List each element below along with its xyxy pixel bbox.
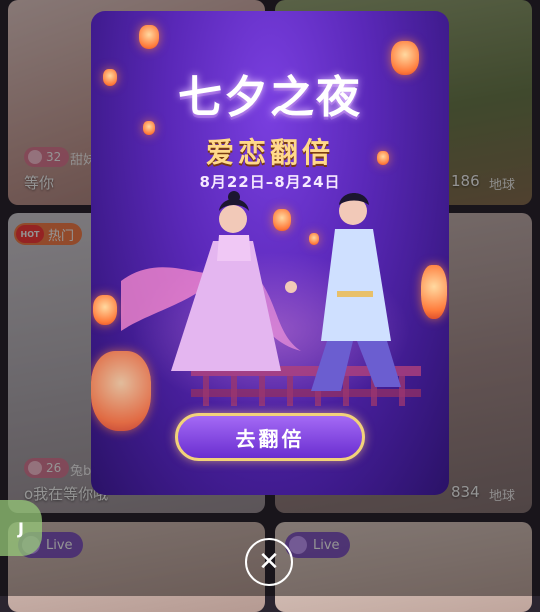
double-love-button[interactable]: 去翻倍: [175, 413, 365, 461]
close-popup-button[interactable]: ✕: [245, 538, 293, 586]
lantern-icon: [139, 25, 159, 49]
qixi-event-popup: 七夕之夜 爱恋翻倍 8月22日–8月24日 去翻倍: [91, 11, 449, 495]
floating-activity-icon[interactable]: J: [0, 500, 42, 556]
close-icon: ✕: [258, 547, 280, 577]
event-subtitle: 爱恋翻倍: [205, 136, 334, 169]
floating-icon-label: J: [18, 518, 24, 538]
event-title: 七夕之夜: [178, 72, 362, 123]
couple-illustration: [121, 191, 421, 406]
cta-label: 去翻倍: [235, 426, 305, 451]
event-dates: 8月22日–8月24日: [199, 173, 341, 191]
